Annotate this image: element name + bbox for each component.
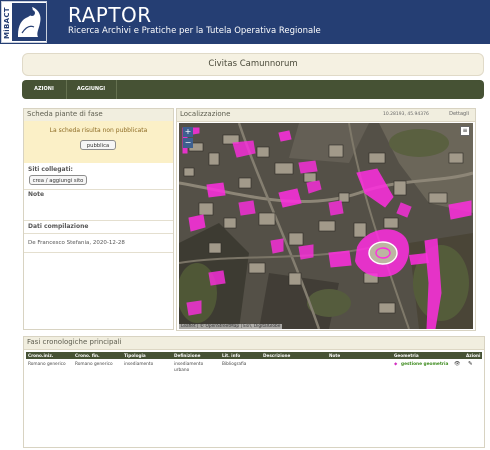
map-panel-header: Localizzazione 10.28193, 45.94376 Dettag…	[177, 109, 475, 122]
logo-emblem-icon	[12, 3, 46, 41]
unpublished-notice-text: La scheda risulta non pubblicata	[49, 127, 148, 134]
dettagli-link[interactable]: Dettagli	[449, 111, 469, 117]
dati-compilazione-value: De Francesco Stefania, 2020-12-28	[28, 240, 125, 246]
geometry-diamond-icon: ◆	[394, 362, 398, 367]
divider	[24, 252, 173, 253]
zoom-in-button[interactable]: +	[183, 127, 193, 137]
cell-crono-fin: Romano generico	[75, 362, 113, 367]
cell-tipologia: insediamento	[124, 362, 154, 367]
publish-button[interactable]: pubblica	[80, 140, 116, 150]
dati-compilazione-label: Dati compilazione	[28, 223, 89, 230]
page-title-bar: Civitas Camunnorum	[22, 53, 484, 76]
action-bar: AZIONI AGGIUNGI	[22, 80, 484, 99]
zoom-out-button[interactable]: −	[183, 138, 193, 148]
column-header: Lit. info	[222, 353, 241, 358]
divider	[24, 189, 173, 190]
azioni-menu-button[interactable]: AZIONI	[22, 80, 67, 99]
view-eye-icon[interactable]: 👁	[454, 361, 460, 367]
logo-text: MiBACT	[3, 7, 11, 39]
crea-aggiungi-sito-button[interactable]: crea / aggiungi sito	[29, 175, 87, 185]
satellite-imagery	[179, 123, 473, 329]
column-header: Tipologia	[124, 353, 146, 358]
app-title: RAPTOR	[68, 3, 152, 27]
column-header: Geometria	[394, 353, 419, 358]
column-header: Note	[329, 353, 341, 358]
edit-wrench-icon[interactable]: ✎	[468, 361, 473, 367]
table-row: Romano generico Romano generico insediam…	[26, 360, 482, 376]
column-header: Azioni	[466, 353, 481, 358]
cell-crono-iniz: Romano generico	[28, 362, 66, 367]
divider	[24, 233, 173, 234]
page-title: Civitas Camunnorum	[208, 59, 298, 69]
divider	[24, 220, 173, 221]
scheda-panel-title: Scheda piante di fase	[27, 110, 103, 118]
cell-lit-info: Bibliografia	[222, 362, 247, 367]
fasi-table-header: Crono.iniz. Crono. fin. Tipologia Defini…	[26, 352, 482, 359]
map-attribution: Leaflet | © OpenStreetMap | Esri, Digita…	[179, 324, 283, 329]
satellite-map[interactable]: + − ≡ Leaflet | © OpenStreetMap | Esri, …	[179, 123, 473, 329]
fasi-panel-header: Fasi cronologiche principali	[24, 337, 484, 350]
column-header: Crono.iniz.	[28, 353, 54, 358]
siti-collegati-label: Siti collegati:	[28, 166, 73, 173]
map-panel-title: Localizzazione	[180, 110, 231, 118]
map-coordinates: 10.28193, 45.94376	[383, 112, 429, 117]
localizzazione-panel: Localizzazione 10.28193, 45.94376 Dettag…	[176, 108, 476, 331]
layers-icon[interactable]: ≡	[460, 126, 470, 136]
unpublished-notice: La scheda risulta non pubblicata pubblic…	[24, 121, 173, 163]
gestione-geometria-link[interactable]: gestione geometria	[401, 362, 448, 368]
fasi-cronologiche-panel: Fasi cronologiche principali Crono.iniz.…	[23, 336, 485, 448]
cell-definizione-line2: urbano	[174, 368, 190, 373]
aggiungi-menu-button[interactable]: AGGIUNGI	[66, 80, 117, 99]
app-subtitle: Ricerca Archivi e Pratiche per la Tutela…	[68, 26, 321, 36]
column-header: Definizione	[174, 353, 201, 358]
mibact-logo[interactable]: MiBACT	[1, 1, 47, 43]
column-header: Crono. fin.	[75, 353, 100, 358]
column-header: Descrizione	[263, 353, 291, 358]
app-header: MiBACT RAPTOR Ricerca Archivi e Pratiche…	[0, 0, 490, 44]
note-label: Note	[28, 191, 45, 198]
scheda-panel: Scheda piante di fase La scheda risulta …	[23, 108, 174, 330]
fasi-panel-title: Fasi cronologiche principali	[27, 338, 122, 346]
